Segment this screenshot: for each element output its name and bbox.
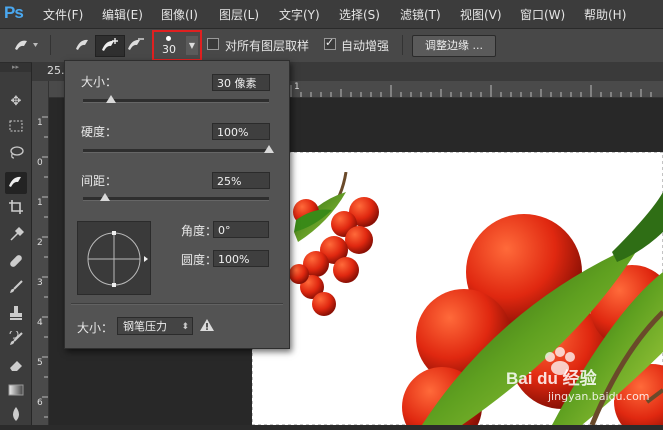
stamp-icon	[10, 306, 22, 320]
crop-icon	[9, 200, 23, 214]
eyedropper-icon	[10, 226, 25, 241]
brush-tip-icon	[166, 36, 171, 41]
ruler-ticks	[42, 116, 48, 418]
gradient-tool[interactable]	[5, 383, 27, 405]
size-slider-thumb[interactable]	[105, 95, 116, 103]
hardness-slider[interactable]	[83, 145, 274, 153]
eyedropper-tool[interactable]	[5, 226, 27, 248]
ruler-label: 6	[37, 398, 43, 408]
add-to-selection-button[interactable]	[95, 35, 125, 57]
menu-type[interactable]: 文字(Y)	[279, 6, 320, 23]
healing-brush-tool[interactable]	[5, 253, 27, 275]
pen-pressure-value: 钢笔压力	[123, 320, 167, 333]
size-input[interactable]: 30 像素	[212, 74, 270, 91]
auto-enhance-label: 自动增强	[341, 39, 390, 53]
separator	[402, 35, 403, 55]
ruler-label: 1	[37, 118, 43, 128]
sample-all-layers-checkbox[interactable]	[207, 38, 219, 50]
spacing-slider[interactable]	[83, 193, 269, 201]
brush-subtract-icon	[128, 38, 144, 50]
ruler-label: 1	[37, 198, 43, 208]
ruler-label: 5	[37, 358, 43, 368]
subtract-from-selection-button[interactable]	[122, 35, 150, 55]
size-label: 大小：	[81, 75, 118, 89]
gradient-icon	[8, 384, 24, 396]
ruler-label: 0	[37, 158, 43, 168]
bandage-icon	[10, 255, 22, 267]
spacing-slider-thumb[interactable]	[100, 193, 111, 201]
sample-all-layers-label: 对所有图层取样	[225, 39, 310, 53]
dropdown-arrow-icon[interactable]: ▼	[186, 36, 198, 55]
brush-size-readout: 30	[162, 43, 176, 56]
menu-layer[interactable]: 图层(L)	[219, 6, 259, 23]
menu-image[interactable]: 图像(I)	[161, 6, 198, 23]
ruler-label: 1	[294, 82, 300, 92]
history-brush-icon	[9, 329, 23, 345]
clone-stamp-tool[interactable]	[5, 305, 27, 327]
panel-collapse-icon[interactable]: ▸▸	[0, 63, 31, 72]
history-brush-tool[interactable]	[5, 329, 27, 353]
menu-help[interactable]: 帮助(H)	[584, 6, 626, 23]
quick-selection-icon	[9, 176, 21, 187]
vertical-ruler: 1 0 1 2 3 4 5 6	[32, 81, 49, 425]
hardness-label: 硬度：	[81, 125, 118, 139]
quick-selection-tool[interactable]	[5, 172, 27, 194]
pen-size-label: 大小：	[77, 321, 114, 335]
angle-label: 角度：	[181, 224, 218, 238]
menu-file[interactable]: 文件(F)	[43, 6, 83, 23]
lasso-tool[interactable]	[5, 145, 27, 167]
ruler-label: 2	[37, 238, 43, 248]
brush-new-icon	[76, 39, 88, 50]
roundness-input[interactable]: 100%	[213, 250, 269, 267]
menu-bar: Ps 文件(F) 编辑(E) 图像(I) 图层(L) 文字(Y) 选择(S) 滤…	[0, 0, 663, 29]
photoshop-logo: Ps	[4, 3, 24, 22]
roundness-label: 圆度：	[181, 253, 218, 267]
document-tab[interactable]: 25.	[47, 64, 65, 77]
hardness-slider-thumb[interactable]	[264, 145, 274, 153]
menu-edit[interactable]: 编辑(E)	[102, 6, 143, 23]
spacing-label: 间距：	[81, 174, 118, 188]
brush-tool[interactable]	[5, 279, 27, 301]
lychee-cluster-image	[289, 172, 379, 316]
select-arrows-icon: ⬍	[181, 322, 189, 332]
options-bar: 对所有图层取样 自动增强 调整边缘 ...	[0, 29, 663, 63]
brush-options-popup: 大小： 30 像素 硬度： 100% 间距： 25% 角度： 0° 圆度： 10…	[64, 60, 290, 349]
tool-preset-picker[interactable]	[8, 35, 44, 55]
eraser-tool[interactable]	[5, 357, 27, 379]
brush-preset-picker[interactable]: 30 ▼	[152, 30, 202, 61]
quick-selection-icon	[15, 40, 38, 50]
spacing-input[interactable]: 25%	[212, 172, 270, 189]
marquee-icon	[9, 120, 23, 132]
pen-pressure-select[interactable]: 钢笔压力 ⬍	[117, 317, 193, 335]
tools-panel: ▸▸ ✥	[0, 63, 32, 425]
size-slider[interactable]	[83, 95, 269, 103]
menu-view[interactable]: 视图(V)	[460, 6, 502, 23]
brush-icon	[10, 280, 23, 293]
move-tool[interactable]: ✥	[5, 91, 27, 113]
move-icon: ✥	[10, 94, 22, 109]
lasso-icon	[10, 146, 24, 159]
blur-drop-icon	[13, 407, 19, 421]
popup-divider	[71, 303, 283, 305]
eraser-icon	[10, 361, 22, 371]
menu-window[interactable]: 窗口(W)	[520, 6, 565, 23]
crop-tool[interactable]	[5, 199, 27, 221]
angle-input[interactable]: 0°	[213, 221, 269, 238]
brush-angle-preview[interactable]	[77, 221, 151, 295]
warning-icon	[200, 319, 214, 331]
new-selection-button[interactable]	[70, 35, 98, 55]
separator	[50, 35, 51, 55]
ruler-label: 3	[37, 278, 43, 288]
ruler-label: 4	[37, 318, 43, 328]
brush-add-icon	[102, 38, 118, 51]
angle-roundness-icon	[87, 231, 148, 287]
watermark-brand: Bai du 经验	[506, 369, 597, 388]
marquee-tool[interactable]	[5, 118, 27, 140]
menu-select[interactable]: 选择(S)	[339, 6, 380, 23]
menu-filter[interactable]: 滤镜(T)	[400, 6, 441, 23]
hardness-input[interactable]: 100%	[212, 123, 270, 140]
refine-edge-button[interactable]: 调整边缘 ...	[412, 35, 496, 57]
auto-enhance-checkbox[interactable]	[324, 36, 336, 50]
watermark-url: jingyan.baidu.com	[548, 390, 650, 403]
